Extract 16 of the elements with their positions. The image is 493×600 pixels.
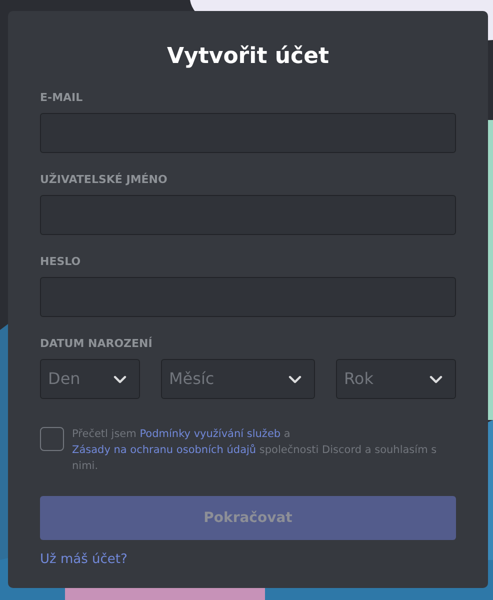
field-label: E-MAIL	[40, 91, 84, 105]
policy-link[interactable]: Zásady na ochranu osobních údajů	[72, 444, 256, 456]
consent-checkbox[interactable]	[40, 427, 64, 451]
chevron-down-icon	[429, 374, 443, 384]
dropdown-select[interactable]: Rok	[336, 359, 456, 399]
login-link[interactable]: Už máš účet?	[40, 550, 128, 570]
page-title: Vytvořit účet	[166, 43, 330, 71]
consent-text: Přečetl jsem Podmínky využívání služeb a Zásady na ochranu osobních údajů společnosti Discord a souhlasím s nimi.	[72, 427, 438, 474]
chevron-down-icon	[288, 374, 302, 384]
field-label: UŽIVATELSKÉ JMÉNO	[40, 173, 168, 187]
dropdown-select[interactable]: Měsíc	[161, 359, 315, 399]
dropdown-select[interactable]: Den	[40, 359, 140, 399]
field-label: HESLO	[40, 255, 82, 269]
policy-link[interactable]: Podmínky využívání služeb	[140, 428, 281, 440]
chevron-down-icon	[113, 374, 127, 384]
field-label: DATUM NAROZENÍ	[40, 337, 154, 351]
